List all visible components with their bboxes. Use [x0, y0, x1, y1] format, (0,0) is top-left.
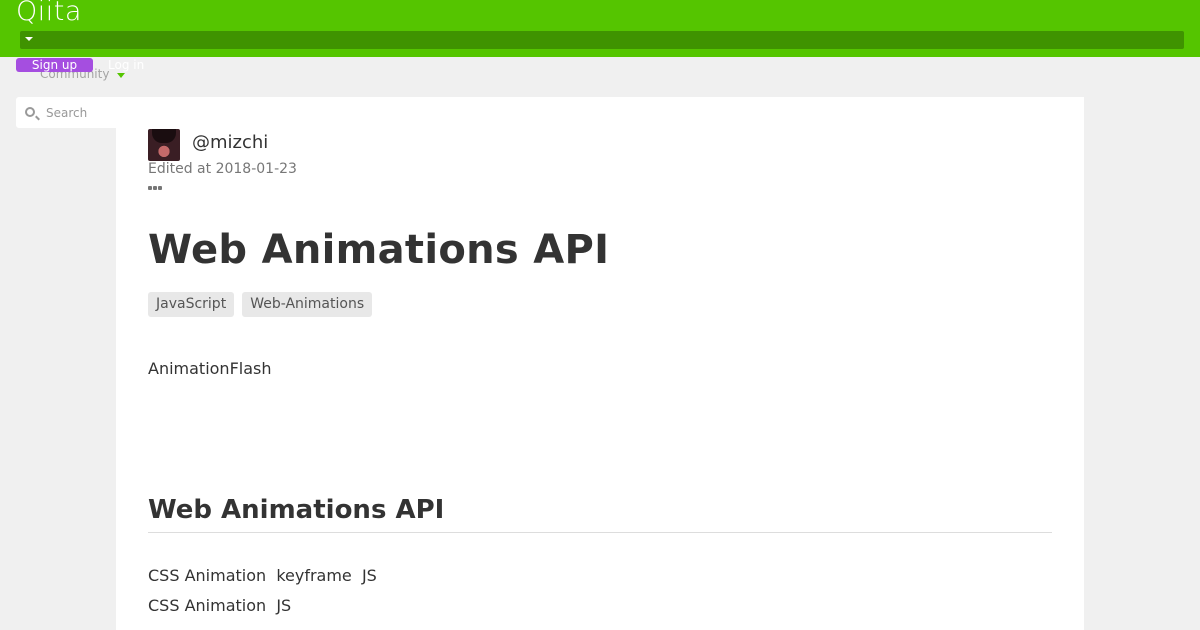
body-paragraph: CSS Animation JS [148, 596, 292, 615]
avatar[interactable] [148, 129, 180, 161]
more-options-icon[interactable] [148, 186, 164, 192]
intro-text: AnimationFlash [148, 359, 272, 378]
body-paragraph: CSS Animation keyframe JS [148, 566, 377, 585]
author-username[interactable]: @mizchi [192, 132, 268, 153]
dot-icon [148, 186, 152, 190]
dot-icon [158, 186, 162, 190]
tag-javascript[interactable]: JavaScript [148, 292, 235, 317]
search-input[interactable] [46, 103, 124, 122]
tag-list: JavaScript Web-Animations [148, 292, 373, 317]
caret-down-icon[interactable] [25, 37, 33, 41]
site-header: Qiita [0, 0, 1200, 57]
search-box[interactable] [16, 97, 126, 128]
search-icon [25, 107, 35, 117]
qiita-logo[interactable]: Qiita [16, 0, 82, 27]
article-title: Web Animations API [148, 227, 610, 273]
chevron-down-icon[interactable] [117, 73, 125, 78]
sign-up-button[interactable]: Sign up [16, 58, 93, 72]
article-card: @mizchi Edited at 2018-01-23 Web Animati… [116, 97, 1084, 630]
header-subbar[interactable] [20, 31, 1184, 49]
edited-date: Edited at 2018-01-23 [148, 161, 297, 177]
section-heading: Web Animations API [148, 495, 1052, 533]
log-in-link[interactable]: Log in [108, 58, 144, 72]
dot-icon [153, 186, 157, 190]
tag-web-animations[interactable]: Web-Animations [242, 292, 373, 317]
